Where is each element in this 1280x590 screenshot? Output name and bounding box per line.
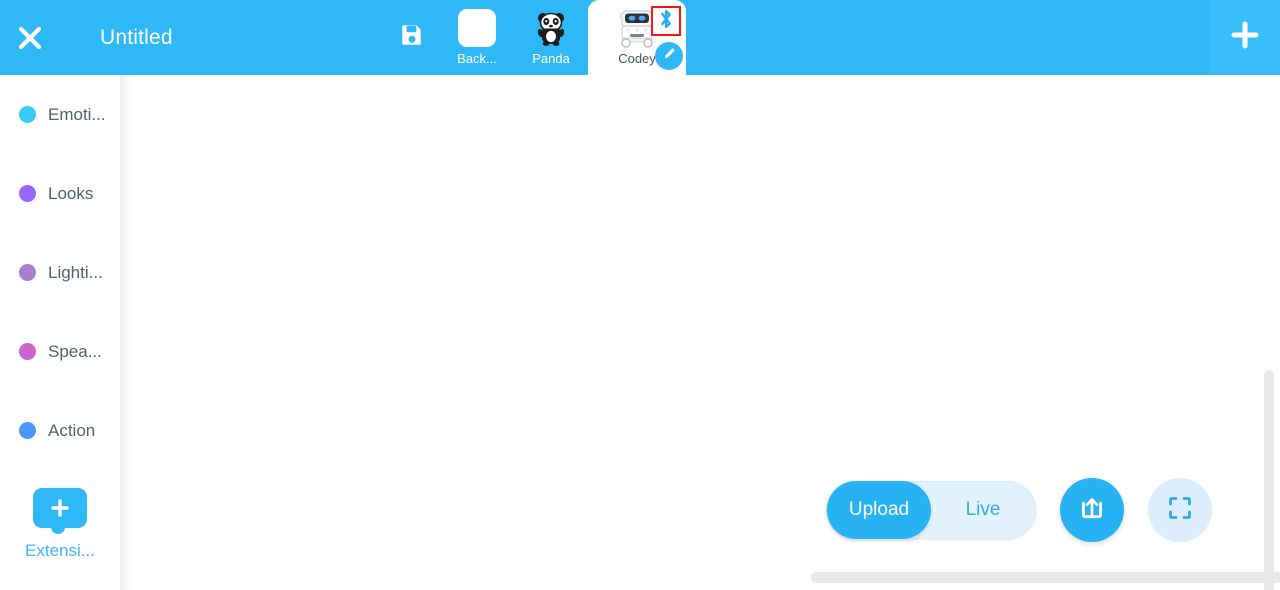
sidebar-item-lighting[interactable]: Lighti... [0,233,120,312]
scrollbar-corner [1263,572,1275,584]
sidebar-item-speaker[interactable]: Spea... [0,312,120,391]
mode-option-upload[interactable]: Upload [827,481,931,539]
fullscreen-icon [1166,494,1194,527]
category-color-dot [19,422,36,439]
category-color-dot [19,106,36,123]
close-icon [15,23,45,53]
header-left-group: Untitled [0,0,440,75]
edit-device-button[interactable] [655,42,683,70]
tab-label-backdrops: Back... [457,51,497,66]
sidebar-item-label: Lighti... [48,262,103,282]
tab-label-panda: Panda [532,51,570,66]
sidebar-item-label: Emoti... [48,104,106,124]
category-color-dot [19,264,36,281]
device-sprite-tabs: Back... Panda Codey [440,0,686,75]
save-icon [399,22,425,53]
sidebar-item-label: Looks [48,183,94,203]
project-title[interactable]: Untitled [100,0,384,75]
mode-option-live[interactable]: Live [931,481,1035,539]
add-extension-button[interactable]: Extensi... [0,488,120,561]
upload-live-toggle[interactable]: Upload Live [826,481,1036,539]
tab-backdrops[interactable]: Back... [440,0,514,75]
save-button[interactable] [384,0,440,75]
category-color-dot [19,343,36,360]
sidebar-item-label: Spea... [48,341,102,361]
bluetooth-connect-button[interactable] [651,6,681,36]
block-workspace-canvas[interactable]: Upload Live [121,75,1280,590]
plus-icon [1228,18,1262,57]
panda-sprite-icon [528,7,574,49]
vertical-scrollbar[interactable] [1264,370,1274,590]
bluetooth-icon [656,8,676,35]
sidebar-item-label: Action [48,420,96,440]
pencil-icon [662,46,677,66]
fullscreen-button[interactable] [1148,478,1212,542]
block-category-sidebar[interactable]: Emoti... Looks Lighti... Spea... Action … [0,75,121,590]
header-spacer [686,0,1210,75]
add-extension-label: Extensi... [25,541,95,560]
add-device-button[interactable] [1210,0,1280,75]
sidebar-item-action[interactable]: Action [0,391,120,470]
sidebar-item-emotion[interactable]: Emoti... [0,75,120,154]
workspace-controls: Upload Live [826,478,1212,542]
app-window: Untitled Back... Panda Codey Emoti... Lo… [0,0,1280,590]
backdrop-thumbnail [454,7,500,49]
close-button[interactable] [0,0,60,75]
horizontal-scrollbar[interactable] [811,572,1280,583]
app-header: Untitled Back... Panda Codey [0,0,1280,75]
extension-plus-icon [33,488,87,534]
tab-label-codey: Codey [618,51,656,66]
upload-to-device-button[interactable] [1060,478,1124,542]
tab-panda[interactable]: Panda [514,0,588,75]
tab-codey[interactable]: Codey [588,0,686,75]
sidebar-item-looks[interactable]: Looks [0,154,120,233]
upload-to-device-icon [1077,493,1107,528]
category-color-dot [19,185,36,202]
